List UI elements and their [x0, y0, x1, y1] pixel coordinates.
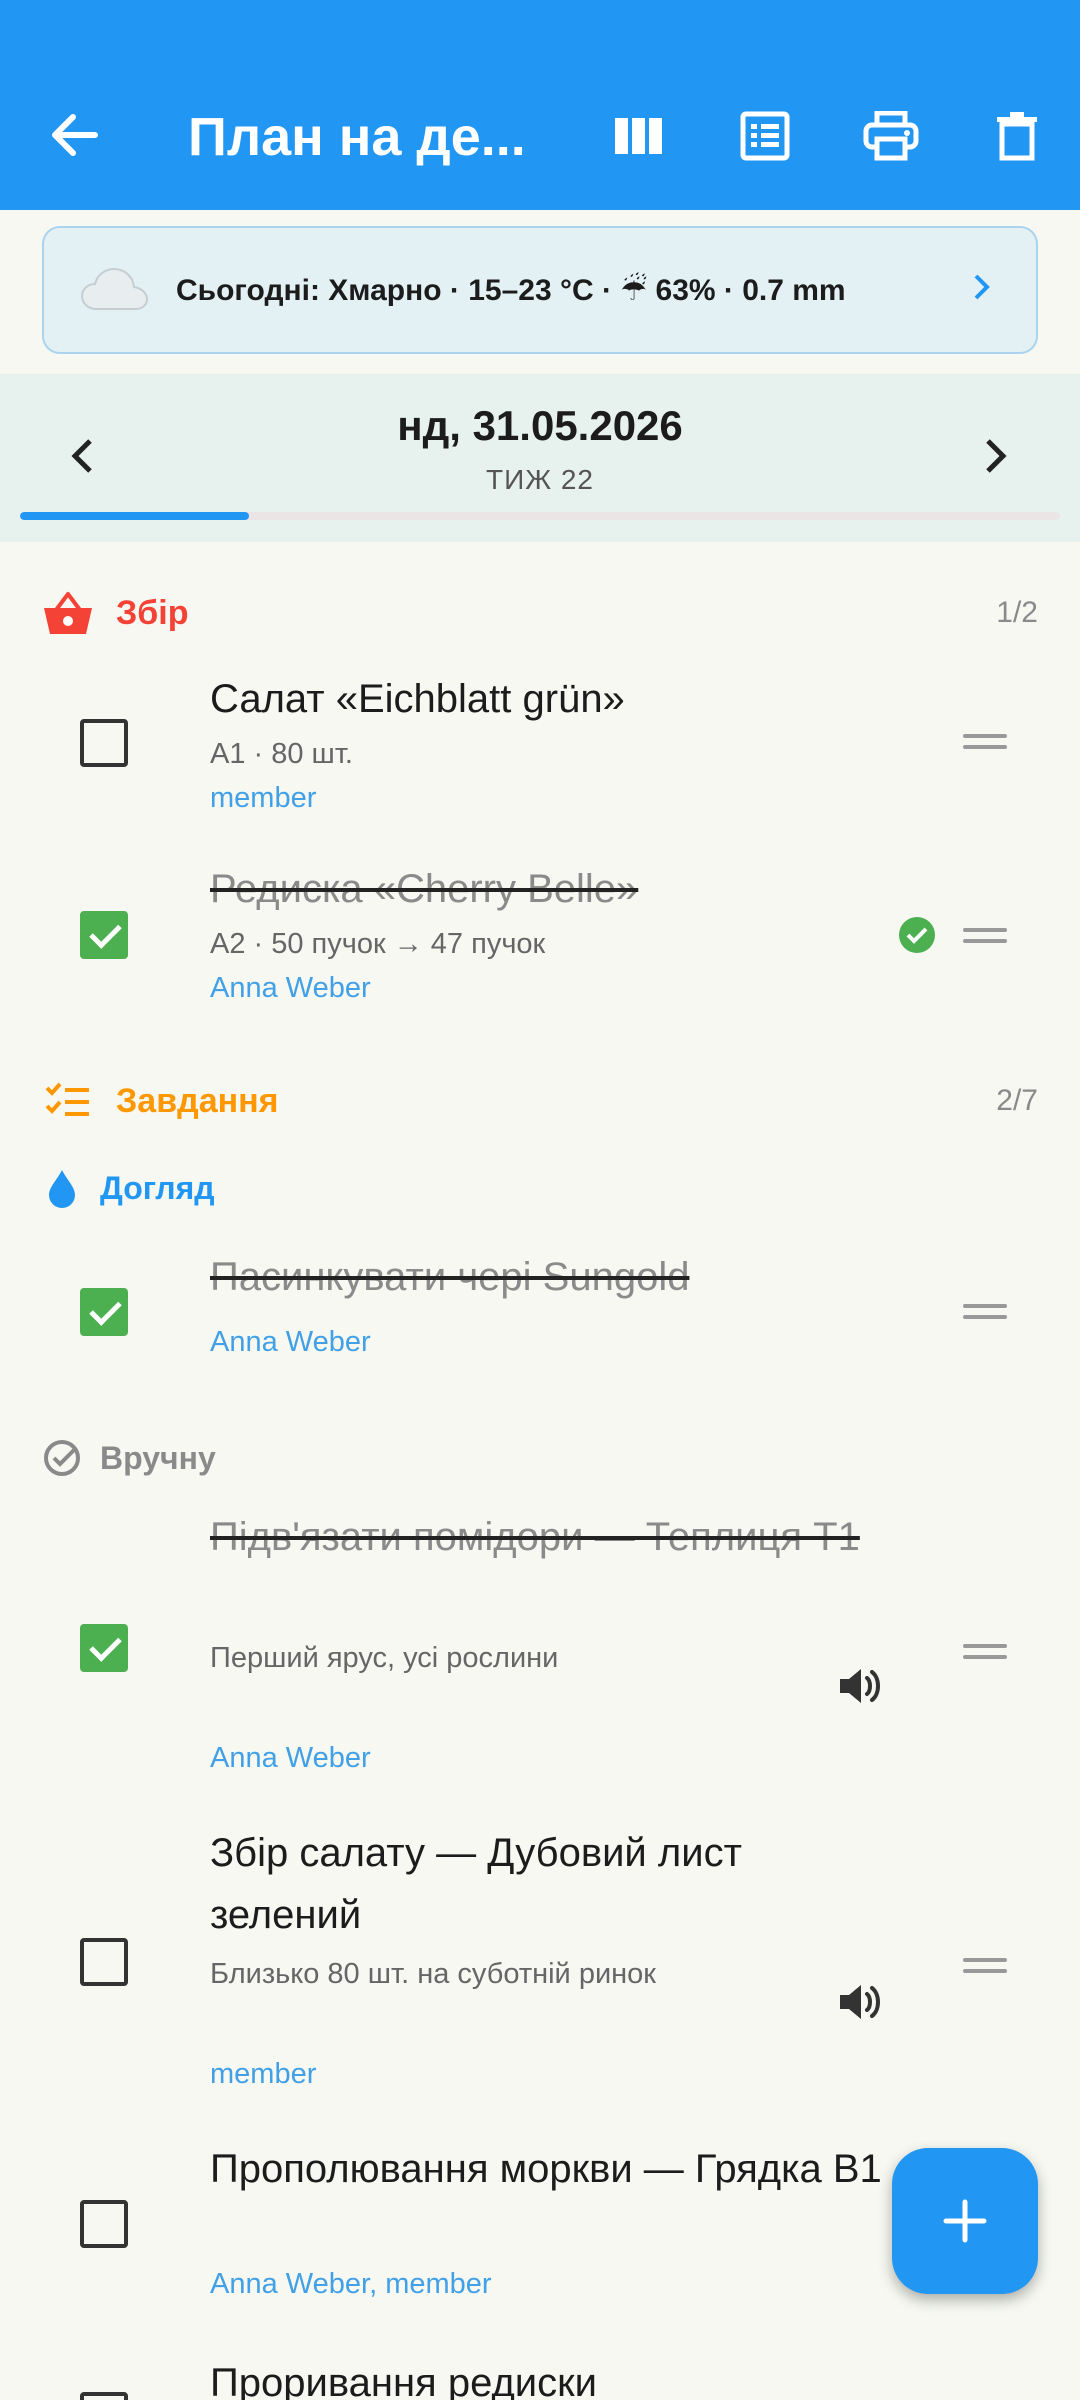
item-assignee: Anna Weber: [210, 1326, 371, 1358]
section-tasks-count: 2/7: [996, 1084, 1038, 1117]
section-tasks: Завдання 2/7: [0, 1066, 1080, 1136]
item-details: A2 · 50 пучок → 47 пучок: [210, 928, 546, 960]
item-title: Прополювання моркви — Грядка B1: [210, 2147, 882, 2191]
item-details: A1 · 80 шт.: [210, 738, 353, 770]
item-title: Збір салату — Дубовий лист зелений: [210, 1831, 742, 1937]
drag-handle-icon[interactable]: [963, 1958, 1007, 1974]
item-assignee: Anna Weber, member: [210, 2268, 492, 2300]
drag-handle-icon[interactable]: [963, 1644, 1007, 1660]
item-checkbox[interactable]: [80, 1938, 128, 1986]
item-assignee: Anna Weber: [210, 972, 371, 1004]
plus-icon: [943, 2199, 987, 2243]
section-harvest-count: 1/2: [996, 596, 1038, 629]
add-task-button[interactable]: [892, 2148, 1038, 2294]
check-circle-icon: [899, 917, 935, 953]
item-title: Проривання редиски: [210, 2361, 597, 2400]
weather-summary: Сьогодні: Хмарно · 15–23 °C · ☔ 63% · 0.…: [176, 273, 846, 307]
week-number: ТИЖ 22: [485, 464, 594, 495]
current-date: нд, 31.05.2026: [397, 402, 683, 449]
list-item[interactable]: Збір салату — Дубовий лист зелений Близь…: [0, 1822, 1080, 2102]
item-title: Редиска «Cherry Belle»: [210, 867, 639, 911]
item-checkbox[interactable]: [80, 911, 128, 959]
drag-handle-icon[interactable]: [963, 928, 1007, 944]
section-tasks-label: Завдання: [116, 1081, 279, 1120]
list-item[interactable]: Проривання редиски: [0, 2352, 1080, 2400]
delete-icon[interactable]: [981, 100, 1053, 172]
list-item[interactable]: Підв'язати помідори — Теплиця Т1 Перший …: [0, 1506, 1080, 1784]
item-assignee: member: [210, 2058, 317, 2090]
subsection-manual-label: Вручну: [100, 1439, 216, 1476]
section-harvest: Збір 1/2: [0, 578, 1080, 648]
drag-handle-icon[interactable]: [963, 1304, 1007, 1320]
speaker-icon[interactable]: [836, 1978, 884, 2026]
item-checkbox[interactable]: [80, 2392, 128, 2400]
item-checkbox[interactable]: [80, 719, 128, 767]
date-navigator: нд, 31.05.2026 ТИЖ 22: [0, 374, 1080, 542]
section-harvest-label: Збір: [116, 593, 189, 632]
subsection-manual: Вручну: [0, 1423, 1080, 1493]
weather-card[interactable]: Сьогодні: Хмарно · 15–23 °C · ☔ 63% · 0.…: [42, 226, 1038, 354]
day-progress-fill: [20, 512, 249, 520]
item-checkbox[interactable]: [80, 1624, 128, 1672]
subsection-care-label: Догляд: [100, 1169, 215, 1206]
chevron-right-icon: [974, 274, 990, 300]
list-view-icon[interactable]: [729, 100, 801, 172]
water-drop-icon: [40, 1166, 84, 1210]
print-icon[interactable]: [855, 100, 927, 172]
list-item[interactable]: Салат «Eichblatt grün» A1 · 80 шт. membe…: [0, 666, 1080, 846]
item-assignee: Anna Weber: [210, 1742, 371, 1774]
list-item[interactable]: Пасинкувати чері Sungold Anna Weber: [0, 1246, 1080, 1386]
subsection-care: Догляд: [0, 1153, 1080, 1223]
drag-handle-icon[interactable]: [963, 734, 1007, 750]
item-title: Підв'язати помідори — Теплиця Т1: [210, 1515, 860, 1559]
cloud-icon: [80, 267, 149, 310]
item-title: Пасинкувати чері Sungold: [210, 1255, 690, 1299]
item-assignee: member: [210, 782, 317, 814]
checklist-icon: [40, 1073, 96, 1129]
back-arrow-icon[interactable]: [40, 100, 110, 170]
next-day-icon[interactable]: [966, 426, 1026, 486]
item-title: Салат «Eichblatt grün»: [210, 677, 625, 721]
item-details: Перший ярус, усі рослини: [210, 1642, 559, 1674]
speaker-icon[interactable]: [836, 1662, 884, 1710]
item-checkbox[interactable]: [80, 1288, 128, 1336]
item-details: Близько 80 шт. на суботній ринок: [210, 1958, 656, 1990]
list-item[interactable]: Редиска «Cherry Belle» A2 · 50 пучок → 4…: [0, 858, 1080, 1038]
page-title: План на де...: [188, 107, 526, 167]
item-checkbox[interactable]: [80, 2200, 128, 2248]
check-circle-outline-icon: [40, 1436, 84, 1480]
app-bar: План на де...: [0, 0, 1080, 210]
view-columns-icon[interactable]: [603, 100, 675, 172]
day-progress-bar: [20, 512, 1060, 520]
basket-icon: [40, 585, 96, 641]
